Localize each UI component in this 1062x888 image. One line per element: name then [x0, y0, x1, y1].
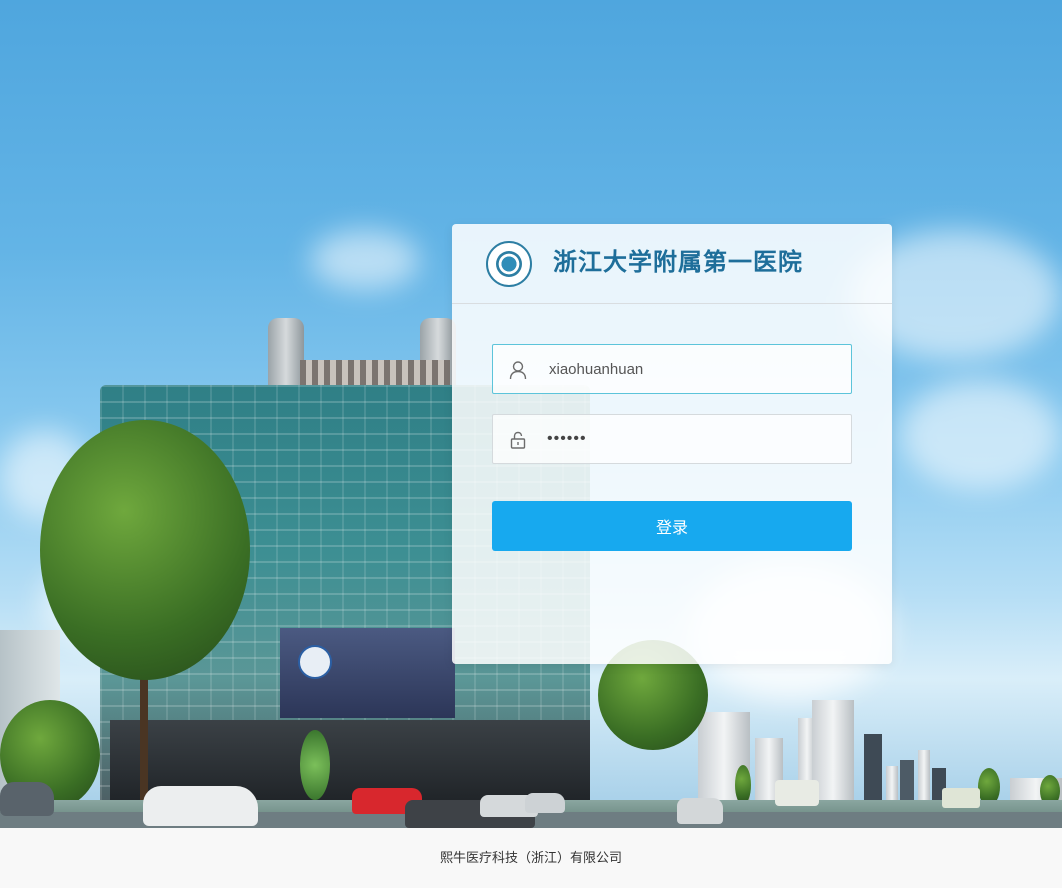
hospital-logo-icon — [486, 241, 532, 287]
username-field[interactable] — [492, 344, 852, 395]
password-field[interactable]: •••••• — [492, 414, 852, 464]
user-icon — [509, 361, 527, 380]
company-name: 熙牛医疗科技（浙江）有限公司 — [439, 850, 622, 865]
lock-icon — [510, 431, 526, 449]
password-input[interactable]: •••••• — [547, 415, 837, 463]
login-panel: 浙江大学附属第一医院 •••••• 登录 — [452, 224, 892, 664]
login-button[interactable]: 登录 — [492, 501, 852, 551]
panel-header: 浙江大学附属第一医院 — [452, 224, 892, 304]
footer: 熙牛医疗科技（浙江）有限公司 — [0, 828, 1062, 888]
hospital-name: 浙江大学附属第一医院 — [553, 249, 803, 276]
username-input[interactable] — [547, 345, 841, 395]
